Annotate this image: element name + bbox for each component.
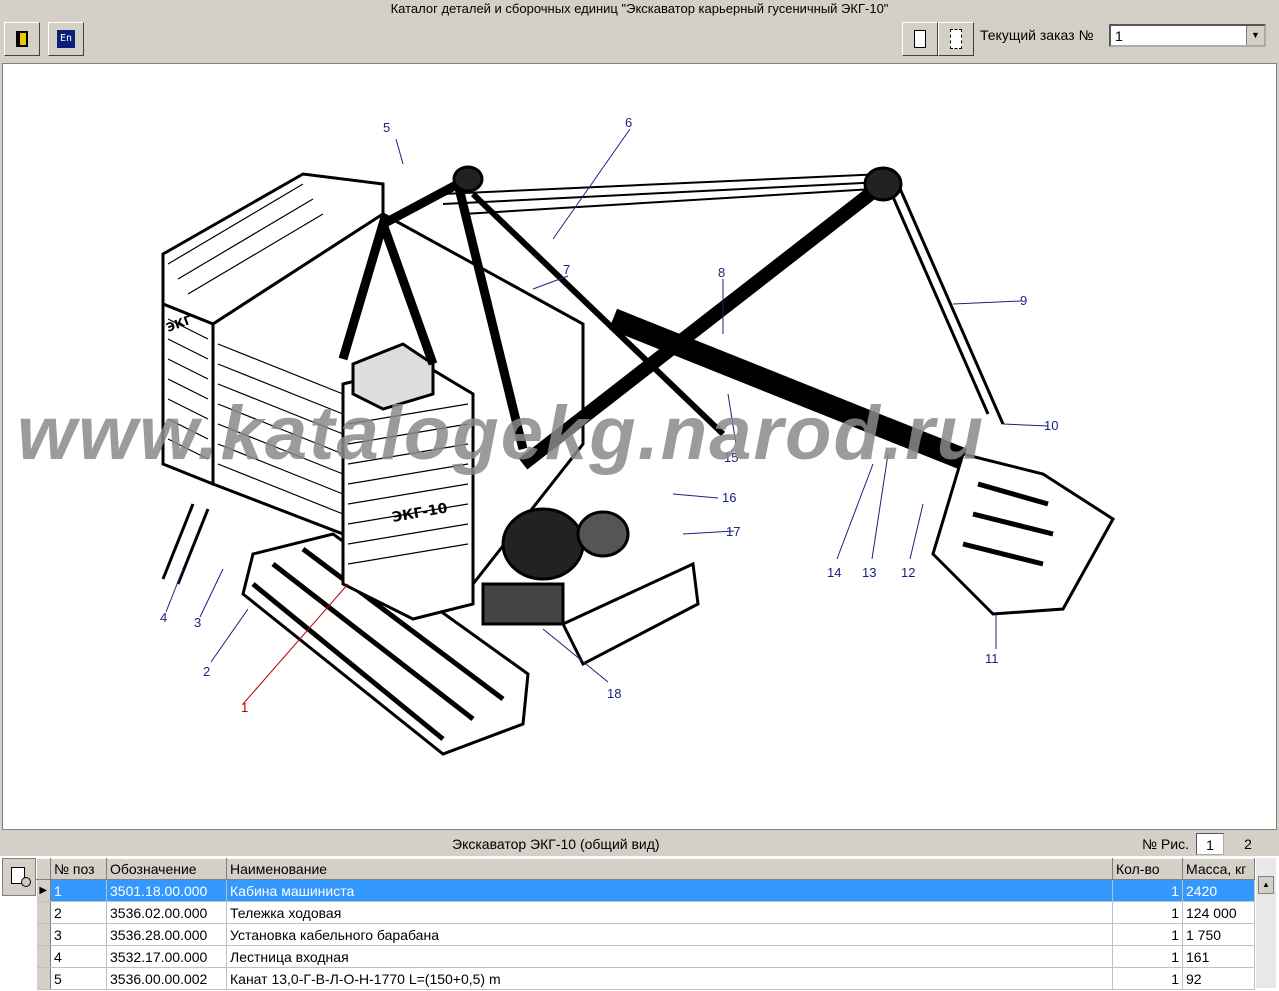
ladder [161, 503, 210, 585]
figure-1-tab[interactable]: 1 [1196, 833, 1224, 855]
cell-code: 3536.00.00.002 [106, 967, 227, 990]
callout-11: 11 [985, 651, 999, 666]
scroll-up-icon[interactable]: ▲ [1258, 876, 1274, 894]
caption-bar: Экскаватор ЭКГ-10 (общий вид) № Рис. 1 2 [0, 832, 1279, 856]
cell-code: 3532.17.00.000 [106, 945, 227, 968]
callout-1: 1 [241, 700, 248, 715]
parts-table: № поз Обозначение Наименование Кол-во Ма… [36, 858, 1255, 990]
cell-code: 3536.28.00.000 [106, 923, 227, 946]
cell-mass: 161 [1182, 945, 1255, 968]
english-language-icon: En [57, 30, 75, 48]
callout-16: 16 [722, 490, 736, 505]
multi-page-button[interactable] [938, 22, 974, 56]
order-label: Текущий заказ № [980, 27, 1094, 43]
grid-options-button[interactable] [2, 858, 36, 896]
callout-5: 5 [383, 120, 390, 135]
row-indicator [36, 945, 51, 968]
callout-9: 9 [1020, 293, 1027, 308]
order-value: 1 [1115, 28, 1123, 44]
gear-icon [21, 877, 31, 887]
callout-18: 18 [607, 686, 621, 701]
callout-7: 7 [563, 262, 570, 277]
window-title: Каталог деталей и сборочных единиц "Экск… [0, 0, 1279, 18]
toolbar: En Текущий заказ № 1 ▼ [0, 18, 1279, 62]
vertical-scrollbar[interactable]: ▲ [1256, 858, 1276, 988]
callout-13: 13 [862, 565, 876, 580]
cell-mass: 124 000 [1182, 901, 1255, 924]
multi-page-icon [950, 29, 962, 49]
single-page-icon [914, 30, 926, 48]
indicator-header [36, 858, 51, 880]
cell-mass: 2420 [1182, 879, 1255, 902]
table-row[interactable]: 3 3536.28.00.000 Установка кабельного ба… [36, 923, 1255, 946]
drawing-area[interactable]: 1 2 3 4 5 6 7 8 9 10 11 12 13 14 15 16 1… [2, 63, 1277, 830]
row-indicator [36, 967, 51, 990]
row-indicator [36, 923, 51, 946]
exit-button[interactable] [4, 22, 40, 56]
exit-door-icon [16, 31, 28, 47]
cell-qty: 1 [1112, 901, 1183, 924]
cell-mass: 1 750 [1182, 923, 1255, 946]
callout-12: 12 [901, 565, 915, 580]
parts-grid: № поз Обозначение Наименование Кол-во Ма… [0, 856, 1279, 991]
cell-pos: 4 [50, 945, 107, 968]
cell-qty: 1 [1112, 923, 1183, 946]
callout-17: 17 [726, 524, 740, 539]
cell-name: Канат 13,0-Г-В-Л-О-Н-1770 L=(150+0,5) m [226, 967, 1113, 990]
cell-name: Кабина машиниста [226, 879, 1113, 902]
callout-4: 4 [160, 610, 167, 625]
cell-pos: 3 [50, 923, 107, 946]
chevron-down-icon[interactable]: ▼ [1246, 26, 1264, 45]
order-select[interactable]: 1 ▼ [1109, 24, 1266, 47]
cell-qty: 1 [1112, 967, 1183, 990]
cell-mass: 92 [1182, 967, 1255, 990]
cell-qty: 1 [1112, 879, 1183, 902]
cell-pos: 5 [50, 967, 107, 990]
cell-qty: 1 [1112, 945, 1183, 968]
col-header-code[interactable]: Обозначение [106, 858, 227, 880]
cell-code: 3501.18.00.000 [106, 879, 227, 902]
callout-8: 8 [718, 265, 725, 280]
callout-3: 3 [194, 615, 201, 630]
callout-14: 14 [827, 565, 841, 580]
figure-2-tab[interactable]: 2 [1234, 833, 1262, 855]
table-row[interactable]: 5 3536.00.00.002 Канат 13,0-Г-В-Л-О-Н-17… [36, 967, 1255, 990]
watermark: www.katalogekg.narod.ru [17, 391, 986, 476]
figure-number-label: № Рис. [1142, 836, 1189, 852]
col-header-mass[interactable]: Масса, кг [1182, 858, 1255, 880]
cell-name: Лестница входная [226, 945, 1113, 968]
cell-name: Тележка ходовая [226, 901, 1113, 924]
cell-pos: 1 [50, 879, 107, 902]
table-row[interactable]: ▶ 1 3501.18.00.000 Кабина машиниста 1 24… [36, 879, 1255, 902]
row-pointer-icon: ▶ [36, 879, 51, 902]
row-indicator [36, 901, 51, 924]
col-header-pos[interactable]: № поз [50, 858, 107, 880]
col-header-qty[interactable]: Кол-во [1112, 858, 1183, 880]
callout-6: 6 [625, 115, 632, 130]
table-row[interactable]: 4 3532.17.00.000 Лестница входная 1 161 [36, 945, 1255, 968]
figure-caption: Экскаватор ЭКГ-10 (общий вид) [452, 836, 660, 852]
callout-10: 10 [1044, 418, 1058, 433]
bucket [931, 452, 1115, 616]
cell-name: Установка кабельного барабана [226, 923, 1113, 946]
language-button[interactable]: En [48, 22, 84, 56]
single-page-button[interactable] [902, 22, 938, 56]
cell-code: 3536.02.00.000 [106, 901, 227, 924]
callout-2: 2 [203, 664, 210, 679]
cell-pos: 2 [50, 901, 107, 924]
table-row[interactable]: 2 3536.02.00.000 Тележка ходовая 1 124 0… [36, 901, 1255, 924]
col-header-name[interactable]: Наименование [226, 858, 1113, 880]
